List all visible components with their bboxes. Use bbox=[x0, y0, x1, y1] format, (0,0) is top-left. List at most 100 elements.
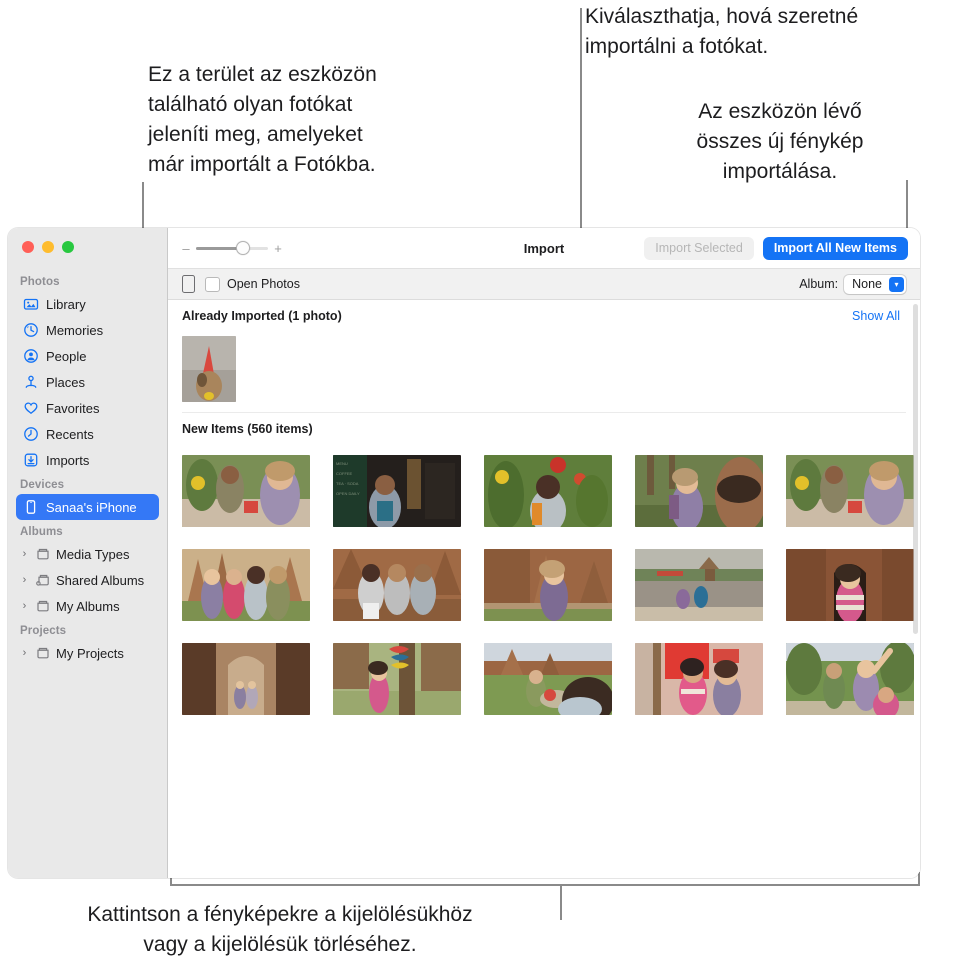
photo-thumbnail[interactable] bbox=[484, 455, 612, 527]
photo-thumbnail[interactable] bbox=[333, 549, 461, 621]
sidebar-item-media-types[interactable]: › Media Types bbox=[16, 541, 159, 567]
shared-folder-icon bbox=[35, 572, 51, 588]
zoom-slider-fill bbox=[196, 246, 241, 250]
photo-thumbnail[interactable] bbox=[484, 643, 612, 715]
library-icon bbox=[23, 296, 39, 312]
sidebar-item-people[interactable]: People bbox=[16, 343, 159, 369]
zoom-slider[interactable] bbox=[196, 241, 268, 255]
photo-thumbnail[interactable] bbox=[786, 549, 914, 621]
open-photos-checkbox[interactable] bbox=[205, 276, 220, 292]
chevron-right-icon[interactable]: › bbox=[19, 574, 30, 586]
sidebar-item-imports[interactable]: Imports bbox=[16, 447, 159, 473]
options-bar: Open Photos Album: None ▾ bbox=[168, 268, 920, 300]
folder-icon bbox=[35, 598, 51, 614]
sidebar-item-memories[interactable]: Memories bbox=[16, 317, 159, 343]
sidebar: Photos Library Memories People Places Fa… bbox=[8, 228, 168, 878]
callout-line-bottom bbox=[560, 884, 562, 920]
svg-text:TEA · SODA: TEA · SODA bbox=[336, 481, 359, 486]
sidebar-section-projects: Projects bbox=[20, 625, 67, 637]
toolbar: – + Import Import Selected Import All Ne… bbox=[168, 228, 920, 268]
zoom-in-icon[interactable]: + bbox=[274, 241, 282, 256]
photo-thumbnail[interactable] bbox=[786, 455, 914, 527]
close-button[interactable] bbox=[22, 241, 34, 253]
sidebar-item-favorites[interactable]: Favorites bbox=[16, 395, 159, 421]
sidebar-item-label: My Albums bbox=[56, 598, 120, 614]
photo-thumbnail[interactable] bbox=[635, 455, 763, 527]
chevron-right-icon[interactable]: › bbox=[19, 600, 30, 612]
sidebar-item-library[interactable]: Library bbox=[16, 291, 159, 317]
already-imported-header: Already Imported (1 photo) Show All bbox=[168, 300, 920, 330]
sidebar-section-devices: Devices bbox=[20, 479, 65, 491]
photo-thumbnail[interactable]: MENU COFFEE TEA · SODA OPEN DAILY bbox=[333, 455, 461, 527]
zoom-slider-control[interactable]: – + bbox=[182, 241, 282, 256]
sidebar-item-label: Places bbox=[46, 374, 86, 390]
svg-text:COFFEE: COFFEE bbox=[336, 471, 353, 476]
import-content[interactable]: Already Imported (1 photo) Show All New … bbox=[168, 300, 920, 878]
minimize-button[interactable] bbox=[42, 241, 54, 253]
photo-thumbnail[interactable] bbox=[182, 336, 236, 402]
callout-bracket-bottom bbox=[170, 884, 920, 886]
photo-thumbnail[interactable] bbox=[182, 455, 310, 527]
import-all-new-items-button[interactable]: Import All New Items bbox=[762, 236, 908, 260]
sidebar-item-label: Sanaa's iPhone bbox=[46, 499, 137, 515]
places-icon bbox=[23, 374, 39, 390]
photo-thumbnail[interactable] bbox=[786, 643, 914, 715]
sidebar-item-label: Library bbox=[46, 296, 86, 312]
vertical-scrollbar[interactable] bbox=[913, 304, 918, 634]
sidebar-item-label: Recents bbox=[46, 426, 94, 442]
folder-icon bbox=[35, 546, 51, 562]
zoom-button[interactable] bbox=[62, 241, 74, 253]
sidebar-item-label: Imports bbox=[46, 452, 90, 468]
import-selected-button[interactable]: Import Selected bbox=[644, 236, 754, 260]
toolbar-actions: Import Selected Import All New Items bbox=[644, 236, 908, 260]
sidebar-item-shared-albums[interactable]: › Shared Albums bbox=[16, 567, 159, 593]
sidebar-item-my-projects[interactable]: › My Projects bbox=[16, 640, 159, 666]
photo-thumbnail[interactable] bbox=[182, 549, 310, 621]
album-dropdown[interactable]: None ▾ bbox=[844, 274, 906, 294]
photo-thumbnail[interactable] bbox=[484, 549, 612, 621]
people-icon bbox=[23, 348, 39, 364]
photo-thumbnail[interactable] bbox=[333, 643, 461, 715]
album-dropdown-value: None bbox=[852, 277, 882, 291]
window-controls bbox=[22, 241, 74, 253]
sidebar-item-recents[interactable]: Recents bbox=[16, 421, 159, 447]
callout-text-right: Az eszközön lévő összes új fénykép impor… bbox=[696, 100, 864, 183]
photo-grid: MENU COFFEE TEA · SODA OPEN DAILY bbox=[168, 443, 920, 729]
new-items-title: New Items (560 items) bbox=[182, 422, 313, 436]
sidebar-item-label: Favorites bbox=[46, 400, 100, 416]
callout-text-bottom: Kattintson a fényképekre a kijelölésükhö… bbox=[87, 903, 473, 956]
iphone-icon bbox=[182, 275, 195, 293]
photo-thumbnail[interactable] bbox=[635, 643, 763, 715]
sidebar-item-my-albums[interactable]: › My Albums bbox=[16, 593, 159, 619]
sidebar-item-label: My Projects bbox=[56, 645, 124, 661]
album-label: Album: bbox=[799, 277, 839, 291]
folder-icon bbox=[35, 645, 51, 661]
sidebar-item-label: Memories bbox=[46, 322, 104, 338]
photo-thumbnail[interactable] bbox=[182, 643, 310, 715]
zoom-out-icon[interactable]: – bbox=[182, 241, 190, 256]
sidebar-item-label: People bbox=[46, 348, 87, 364]
already-imported-title: Already Imported (1 photo) bbox=[182, 309, 342, 323]
chevron-right-icon[interactable]: › bbox=[19, 647, 30, 659]
svg-text:OPEN DAILY: OPEN DAILY bbox=[336, 491, 360, 496]
iphone-icon bbox=[23, 499, 39, 515]
new-items-header: New Items (560 items) bbox=[168, 413, 920, 443]
open-photos-label: Open Photos bbox=[227, 277, 300, 291]
sidebar-item-places[interactable]: Places bbox=[16, 369, 159, 395]
chevron-right-icon[interactable]: › bbox=[19, 548, 30, 560]
sidebar-item-label: Shared Albums bbox=[56, 572, 145, 588]
callout-text-left: Ez a terület az eszközön található olyan… bbox=[148, 63, 377, 176]
callout-text-middle: Kiválaszthatja, hová szeretné importálni… bbox=[585, 5, 859, 58]
zoom-slider-knob[interactable] bbox=[236, 241, 251, 255]
show-all-link[interactable]: Show All bbox=[852, 309, 900, 323]
album-selector-group: Album: None ▾ bbox=[799, 274, 906, 294]
already-imported-row bbox=[168, 330, 920, 412]
main-area: – + Import Import Selected Import All Ne… bbox=[168, 228, 920, 878]
sidebar-section-albums: Albums bbox=[20, 526, 63, 538]
clock-icon bbox=[23, 426, 39, 442]
sidebar-item-sanaas-iphone[interactable]: Sanaa's iPhone bbox=[16, 494, 159, 520]
photo-thumbnail[interactable] bbox=[635, 549, 763, 621]
svg-text:MENU: MENU bbox=[336, 461, 348, 466]
import-icon bbox=[23, 452, 39, 468]
memories-icon bbox=[23, 322, 39, 338]
